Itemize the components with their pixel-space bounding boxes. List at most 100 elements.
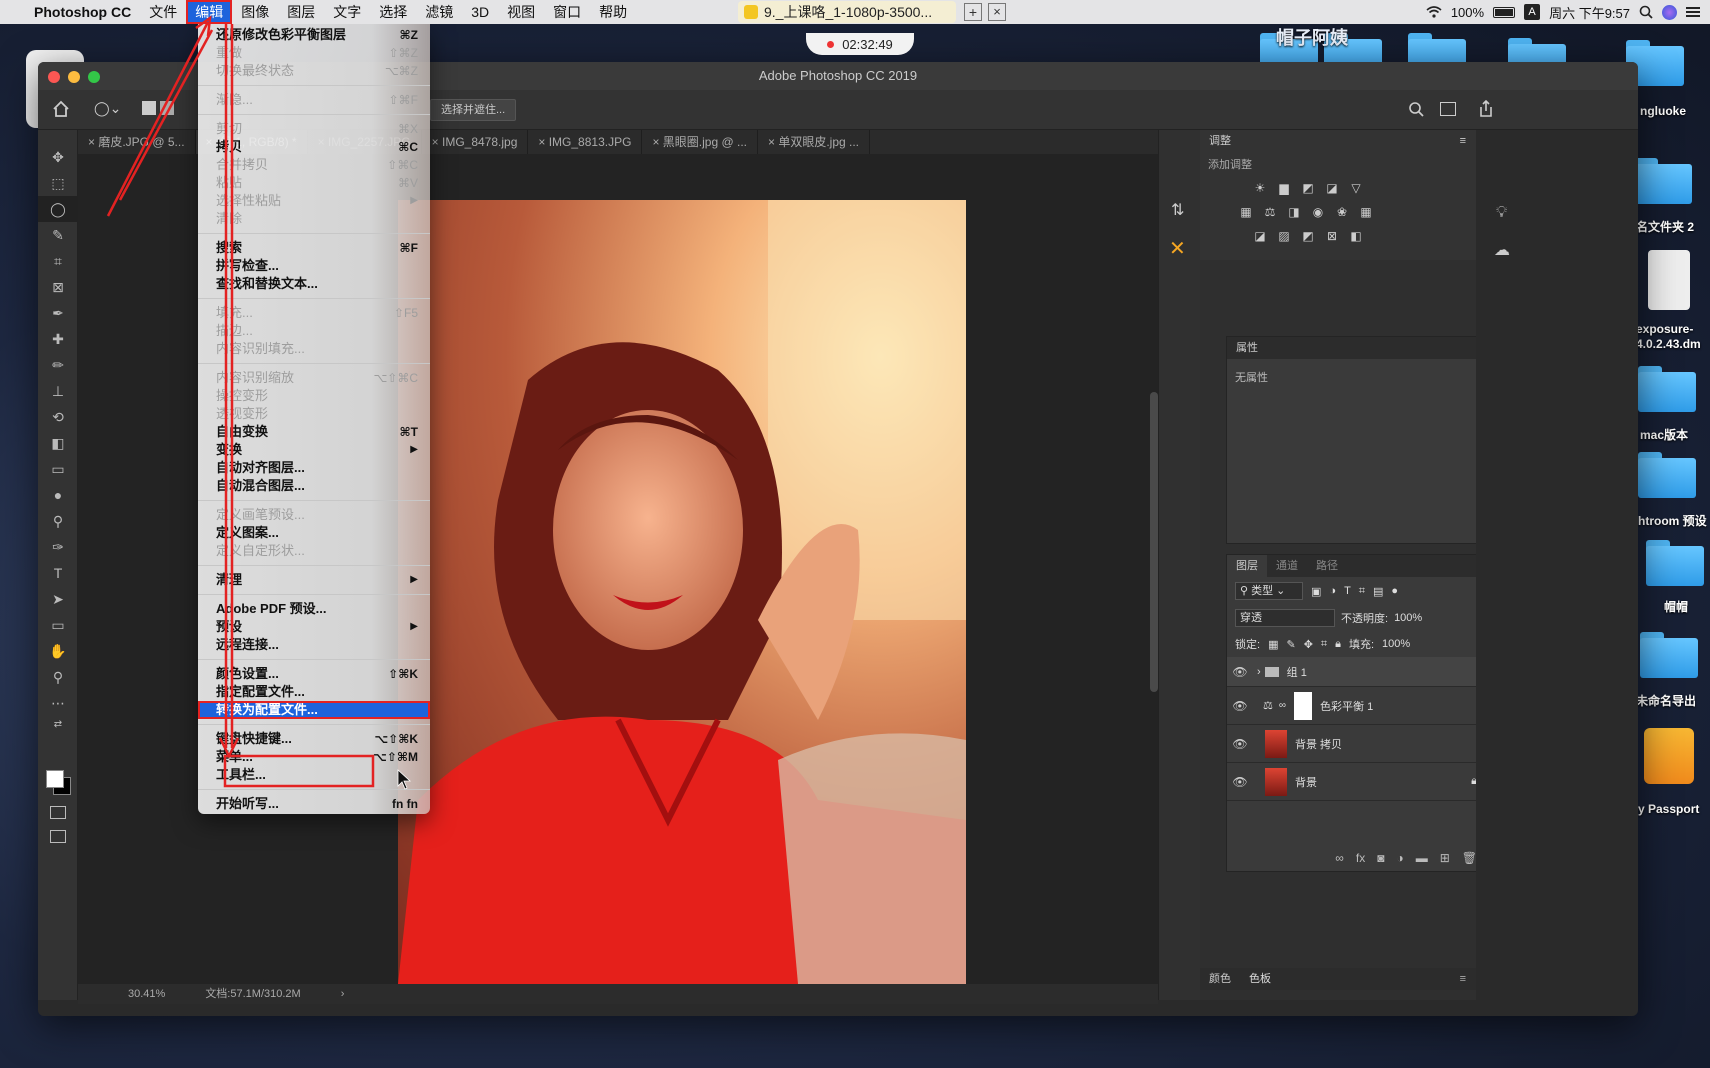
invert-icon[interactable]: ◪ xyxy=(1250,226,1270,246)
menu-item[interactable]: 清理 ▶ xyxy=(198,571,430,589)
menu-item[interactable]: 内容识别缩放 ⌥⇧⌘C xyxy=(198,369,430,387)
add-tab-icon[interactable]: + xyxy=(964,3,982,21)
lasso-tool-option-icon[interactable]: ◯⌄ xyxy=(94,100,121,117)
quick-mask-icon[interactable] xyxy=(50,806,66,819)
desktop-folder[interactable] xyxy=(1634,158,1692,204)
spotlight-search-icon[interactable] xyxy=(1639,5,1653,19)
visibility-eye-icon[interactable]: 👁︎ xyxy=(1227,665,1253,679)
layer-mask-thumbnail[interactable] xyxy=(1294,691,1313,720)
menu-item[interactable]: 清除 xyxy=(198,210,430,228)
menu-item[interactable]: 剪切 ⌘X xyxy=(198,120,430,138)
rectangle-tool-icon[interactable]: ▭ xyxy=(38,612,78,638)
new-group-icon[interactable]: ▬ xyxy=(1416,851,1428,865)
brush-tool-icon[interactable]: ✏ xyxy=(38,352,78,378)
menu-10[interactable]: 帮助 xyxy=(590,0,636,24)
desktop-folder[interactable] xyxy=(1638,366,1696,412)
menu-3[interactable]: 图层 xyxy=(278,0,324,24)
layer-row[interactable]: 👁︎ ⚖ ∞ 色彩平衡 1 xyxy=(1227,687,1491,725)
apple-icon[interactable] xyxy=(0,0,25,24)
document-tab[interactable]: × 磨皮.JPG @ 5... xyxy=(78,130,196,154)
tab-layers[interactable]: 图层 xyxy=(1227,555,1267,577)
lasso-tool-icon[interactable]: ◯ xyxy=(38,196,78,222)
close-tab-icon[interactable]: × xyxy=(652,135,662,149)
menu-item[interactable]: 描边... xyxy=(198,322,430,340)
tab-channels[interactable]: 通道 xyxy=(1267,555,1307,577)
layer-name[interactable]: 组 1 xyxy=(1287,664,1307,680)
lock-pixels-icon[interactable]: ▦ xyxy=(1268,638,1278,651)
curves-icon[interactable]: ◩ xyxy=(1298,178,1318,198)
blend-mode-select[interactable]: 穿透 xyxy=(1235,609,1335,627)
menu-item[interactable]: 重做 ⇧⌘Z xyxy=(198,44,430,62)
fill-value[interactable]: 100% xyxy=(1382,638,1410,650)
threshold-icon[interactable]: ◩ xyxy=(1298,226,1318,246)
document-tab[interactable]: × IMG_8478.jpg xyxy=(422,130,529,154)
new-layer-icon[interactable]: ⊞ xyxy=(1440,851,1450,865)
tab-adjustments[interactable]: 调整 xyxy=(1200,130,1240,152)
menu-item[interactable]: 查找和替换文本... xyxy=(198,275,430,293)
document-size[interactable]: 文档:57.1M/310.2M xyxy=(205,984,300,1004)
gradient-tool-icon[interactable]: ▭ xyxy=(38,456,78,482)
menu-item[interactable]: 自动对齐图层... xyxy=(198,459,430,477)
menu-item[interactable]: 指定配置文件... xyxy=(198,683,430,701)
photo-filter-icon[interactable]: ◉ xyxy=(1308,202,1328,222)
filter-adjust-icon[interactable]: ◑ xyxy=(1329,585,1336,597)
window-close-button[interactable] xyxy=(48,71,60,83)
brightness-icon[interactable]: ☀ xyxy=(1250,178,1270,198)
menu-item[interactable]: 自由变换 ⌘T xyxy=(198,423,430,441)
home-icon[interactable] xyxy=(52,100,70,118)
quick-select-tool-icon[interactable]: ✎ xyxy=(38,222,78,248)
dmg-file-icon[interactable] xyxy=(1648,250,1690,310)
vertical-scrollbar[interactable] xyxy=(1150,392,1158,692)
menu-7[interactable]: 3D xyxy=(462,0,498,24)
layer-row[interactable]: 👁︎ 背景 🔒︎ xyxy=(1227,763,1491,801)
zoom-level[interactable]: 30.41% xyxy=(128,984,165,1004)
visibility-eye-icon[interactable]: 👁︎ xyxy=(1227,699,1253,713)
document-photo[interactable] xyxy=(398,200,966,984)
menu-item[interactable]: 拼写检查... xyxy=(198,257,430,275)
menu-2[interactable]: 图像 xyxy=(232,0,278,24)
channel-mixer-icon[interactable]: ❀ xyxy=(1332,202,1352,222)
menu-item[interactable]: 内容识别填充... xyxy=(198,340,430,358)
swap-colors-icon[interactable]: ⇄ xyxy=(38,716,78,732)
panel-menu-icon[interactable]: ≡ xyxy=(1460,135,1466,147)
menu-item-convert-to-profile[interactable]: 转换为配置文件... xyxy=(198,701,430,719)
status-arrow-icon[interactable]: › xyxy=(341,984,345,1004)
new-adjustment-icon[interactable]: ◑ xyxy=(1396,851,1403,865)
lock-position-icon[interactable]: ✥ xyxy=(1304,638,1313,651)
menu-item[interactable]: 菜单... ⌥⇧⌘M xyxy=(198,748,430,766)
filter-type-icon[interactable]: T xyxy=(1344,585,1351,597)
battery-icon[interactable] xyxy=(1493,6,1516,18)
layer-row[interactable]: 👁︎ › 组 1 xyxy=(1227,657,1491,687)
search-icon[interactable] xyxy=(1408,101,1424,117)
menu-item[interactable]: 定义图案... xyxy=(198,524,430,542)
desktop-folder[interactable] xyxy=(1646,540,1704,586)
lock-artboard-icon[interactable]: ⌗ xyxy=(1321,638,1327,651)
close-tab-icon[interactable]: × xyxy=(768,135,778,149)
recording-indicator[interactable]: 02:32:49 xyxy=(806,33,914,55)
posterize-icon[interactable]: ▨ xyxy=(1274,226,1294,246)
notification-center-icon[interactable] xyxy=(1686,6,1700,18)
menu-9[interactable]: 窗口 xyxy=(544,0,590,24)
link-layers-icon[interactable]: ∞ xyxy=(1335,851,1344,865)
menu-6[interactable]: 滤镜 xyxy=(416,0,462,24)
menu-item[interactable]: 合并拷贝 ⇧⌘C xyxy=(198,156,430,174)
history-brush-tool-icon[interactable]: ⟲ xyxy=(38,404,78,430)
workspace-icon[interactable] xyxy=(1440,102,1456,116)
menu-item[interactable]: 搜索 ⌘F xyxy=(198,239,430,257)
menu-item[interactable]: 选择性粘贴 ▶ xyxy=(198,192,430,210)
menu-item[interactable]: 粘贴 ⌘V xyxy=(198,174,430,192)
input-source-icon[interactable]: A xyxy=(1524,4,1541,20)
app-menu[interactable]: Photoshop CC xyxy=(25,0,140,24)
layer-thumbnail[interactable] xyxy=(1265,729,1287,758)
marquee-tool-icon[interactable]: ⬚ xyxy=(38,170,78,196)
frame-tool-icon[interactable]: ⊠ xyxy=(38,274,78,300)
path-select-tool-icon[interactable]: ➤ xyxy=(38,586,78,612)
libraries-icon[interactable]: ☁ xyxy=(1494,240,1510,260)
share-icon[interactable] xyxy=(1478,100,1494,118)
menu-0[interactable]: 文件 xyxy=(140,0,186,24)
visibility-eye-icon[interactable]: 👁︎ xyxy=(1227,737,1253,751)
wifi-icon[interactable] xyxy=(1426,6,1442,18)
crop-tool-icon[interactable]: ⌗ xyxy=(38,248,78,274)
blur-tool-icon[interactable]: ● xyxy=(38,482,78,508)
menu-5[interactable]: 选择 xyxy=(370,0,416,24)
